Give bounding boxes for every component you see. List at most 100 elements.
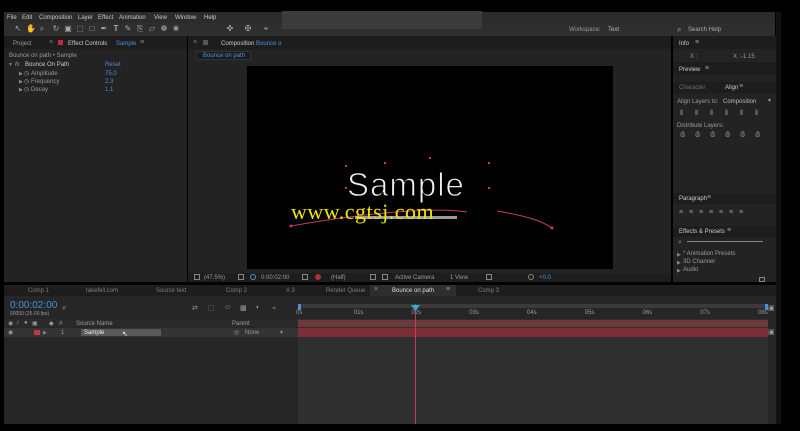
- stopwatch-icon[interactable]: ◷: [24, 86, 29, 93]
- pickwhip-icon[interactable]: ◎: [234, 329, 239, 336]
- param-value[interactable]: 1.1: [105, 87, 113, 93]
- distribute-button-icon-2[interactable]: ⨶: [695, 132, 700, 140]
- label-icon[interactable]: ◆: [49, 320, 54, 327]
- close-icon[interactable]: ×: [374, 286, 378, 293]
- distribute-button-icon-4[interactable]: ⨶: [725, 132, 730, 140]
- search-icon[interactable]: ⌕: [62, 303, 66, 313]
- preset-item[interactable]: 3D Channel: [683, 259, 715, 265]
- zoom-dropdown[interactable]: (47.5%): [204, 275, 225, 281]
- tab-paragraph[interactable]: Paragraph: [679, 196, 707, 202]
- magnify-icon[interactable]: [194, 274, 200, 280]
- brush-tool-icon[interactable]: ✎: [124, 25, 132, 33]
- panel-menu-icon[interactable]: ≡: [695, 39, 699, 46]
- layer-bar-active[interactable]: [298, 328, 768, 337]
- snapshot-icon[interactable]: [302, 274, 308, 280]
- stopwatch-icon[interactable]: ◷: [24, 78, 29, 85]
- tab-effect-controls[interactable]: Effect Controls: [68, 41, 107, 47]
- align-button-icon-1[interactable]: ⫴: [680, 110, 683, 118]
- preset-item[interactable]: Audio: [683, 267, 698, 273]
- paragraph-align-icon-3[interactable]: ≡: [699, 209, 703, 216]
- menu-item-file[interactable]: File: [7, 15, 17, 21]
- comp-marker-icon-2[interactable]: ▣: [768, 328, 775, 336]
- paragraph-align-icon-6[interactable]: ≡: [729, 209, 733, 216]
- disclosure-triangle-icon[interactable]: ▶: [19, 87, 23, 93]
- menu-item-effect[interactable]: Effect: [98, 15, 113, 21]
- disclosure-triangle-icon[interactable]: ▶: [677, 252, 681, 258]
- resolution-dropdown[interactable]: (Half): [331, 275, 346, 281]
- snap-icon[interactable]: ✠: [244, 25, 252, 33]
- puppet-tool-icon[interactable]: ❀: [172, 25, 180, 33]
- stopwatch-icon[interactable]: ◷: [24, 70, 29, 77]
- axis-icon[interactable]: ✜: [226, 25, 234, 33]
- align-button-icon-5[interactable]: ⫴: [740, 110, 743, 118]
- roto-brush-tool-icon[interactable]: ❁: [160, 25, 168, 33]
- distribute-button-icon-1[interactable]: ⨶: [680, 132, 685, 140]
- toggle-pixel-icon[interactable]: [486, 274, 492, 280]
- align-button-icon-4[interactable]: ⫴: [725, 110, 728, 118]
- timeline-tab[interactable]: Comp 1: [14, 285, 60, 296]
- tab-character[interactable]: Character: [679, 85, 705, 91]
- timeline-tab[interactable]: Bounce on path × ≡: [370, 285, 456, 296]
- chevron-down-icon[interactable]: ▼: [767, 98, 772, 104]
- align-target-dropdown[interactable]: Composition: [723, 99, 756, 105]
- timecode-display[interactable]: 0:00:02:00: [10, 301, 57, 311]
- tab-project[interactable]: Project: [13, 41, 32, 47]
- panel-menu-icon[interactable]: ≡: [707, 194, 711, 201]
- type-tool-icon[interactable]: T: [112, 25, 120, 33]
- solo-icon[interactable]: ●: [24, 320, 28, 326]
- tab-info[interactable]: Info: [679, 41, 689, 47]
- layer-row[interactable]: ◉ ▶ 1 Sample ↖ ◎ None ▼: [4, 328, 298, 338]
- timeline-tab[interactable]: Source text: [142, 285, 202, 296]
- pen-tool-icon[interactable]: ✒: [100, 25, 108, 33]
- audio-icon[interactable]: ♪: [16, 320, 19, 326]
- parent-dropdown[interactable]: None: [245, 330, 259, 336]
- current-time[interactable]: 0:00:02:00: [261, 275, 289, 281]
- clone-stamp-tool-icon[interactable]: ⎘: [136, 25, 144, 33]
- paragraph-align-icon-5[interactable]: ≡: [719, 209, 723, 216]
- preset-item[interactable]: * Animation Presets: [683, 251, 735, 257]
- tab-effect-target[interactable]: Sample: [116, 41, 136, 47]
- menu-item-animation[interactable]: Animation: [119, 15, 146, 21]
- layer-color-swatch[interactable]: [34, 330, 40, 335]
- param-value[interactable]: 75.0: [105, 71, 117, 77]
- eye-icon[interactable]: ◉: [8, 329, 13, 336]
- tab-effects-presets[interactable]: Effects & Presets: [679, 229, 725, 235]
- view-layout-dropdown[interactable]: 1 View: [450, 275, 468, 281]
- timeline-tab[interactable]: Render Queue: [312, 285, 365, 296]
- param-value[interactable]: 2.3: [105, 79, 113, 85]
- menu-item-layer[interactable]: Layer: [78, 15, 93, 21]
- selection-tool-icon[interactable]: ↖: [14, 25, 22, 33]
- motion-blur-icon[interactable]: ◐: [256, 304, 260, 311]
- align-button-icon-6[interactable]: ⫴: [755, 110, 758, 118]
- track-area[interactable]: [298, 304, 768, 424]
- menu-item-view[interactable]: View: [154, 15, 167, 21]
- disclosure-triangle-icon[interactable]: ▶: [19, 79, 23, 85]
- paragraph-align-icon-1[interactable]: ≡: [679, 209, 683, 216]
- axis-local-icon[interactable]: ⌖: [262, 25, 270, 33]
- menu-item-edit[interactable]: Edit: [22, 15, 32, 21]
- reset-exposure-icon[interactable]: [528, 274, 534, 280]
- rotate-tool-icon[interactable]: ↻: [52, 25, 60, 33]
- parent-header[interactable]: Parent: [232, 321, 250, 327]
- grid-icon[interactable]: [238, 274, 244, 280]
- draft-3d-icon[interactable]: ⬚: [208, 304, 215, 312]
- workspace-dropdown[interactable]: Text: [608, 27, 619, 33]
- comp-marker-icon[interactable]: ▣: [768, 304, 775, 312]
- reset-link[interactable]: Reset: [105, 62, 121, 68]
- tab-align[interactable]: Align: [725, 85, 738, 91]
- timeline-tab[interactable]: takefell.com: [72, 285, 132, 296]
- frame-blending-icon[interactable]: ▩: [240, 304, 247, 312]
- chevron-down-icon[interactable]: ▼: [279, 330, 284, 336]
- source-name-header[interactable]: Source Name: [76, 321, 113, 327]
- transparency-grid-icon[interactable]: [382, 274, 388, 280]
- work-area-bar[interactable]: [298, 304, 768, 308]
- distribute-button-icon-5[interactable]: ⨶: [740, 132, 745, 140]
- mask-icon[interactable]: [250, 274, 256, 280]
- region-icon[interactable]: [370, 274, 376, 280]
- hand-tool-icon[interactable]: ✋: [26, 25, 36, 33]
- search-help-field[interactable]: Search Help: [688, 27, 721, 33]
- zoom-tool-icon[interactable]: ⌕: [38, 25, 46, 33]
- timeline-tab[interactable]: Comp 2: [212, 285, 262, 296]
- panel-menu-icon[interactable]: ≡: [705, 65, 709, 72]
- camera-tool-icon[interactable]: ▣: [64, 25, 72, 33]
